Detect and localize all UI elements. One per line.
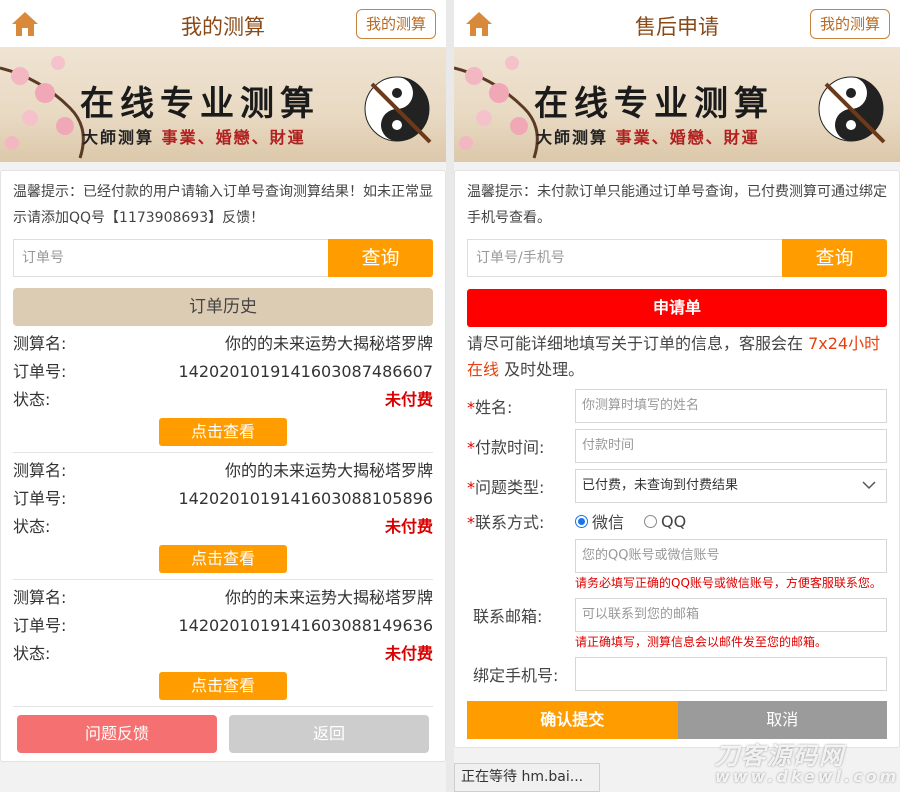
- tip-text: 温馨提示：未付款订单只能通过订单号查询，已付费测算可通过绑定手机号查看。: [467, 184, 887, 226]
- order-item: 测算名: 你的的未来运势大揭秘塔罗牌 订单号: 142020101914160308…: [13, 326, 433, 453]
- submit-button[interactable]: 确认提交: [467, 701, 678, 739]
- name-label: 姓名:: [475, 398, 513, 417]
- orders-card: 温馨提示：已经付款的用户请输入订单号查询测算结果！如未正常显示请添加QQ号【11…: [0, 170, 446, 762]
- required-star: *: [467, 513, 475, 532]
- phone-input[interactable]: [575, 657, 887, 691]
- form-actions: 确认提交 取消: [467, 701, 887, 739]
- yin-yang-icon: [818, 76, 886, 144]
- email-input[interactable]: 可以联系到您的邮箱: [575, 598, 887, 632]
- required-star: *: [467, 398, 475, 417]
- qq-radio-label: QQ: [661, 511, 687, 531]
- yin-yang-icon: [364, 76, 432, 144]
- name-input[interactable]: 你测算时填写的姓名: [575, 389, 887, 423]
- after-sales-screen: 售后申请 我的测算 在线专业测算 大師测算 事業、婚戀、財運 温馨提示：未付款订…: [454, 0, 900, 792]
- back-button[interactable]: 返回: [229, 715, 429, 753]
- status-value: 未付费: [384, 390, 433, 409]
- order-search-input[interactable]: 订单号: [13, 239, 328, 277]
- desc-text: 请尽可能详细地填写关于订单的信息，客服会在: [467, 334, 809, 353]
- banner-subtitle: 大師测算 事業、婚戀、財運: [536, 124, 760, 148]
- phone-row: 绑定手机号:: [467, 657, 887, 691]
- banner-sub-prefix: 大師测算: [536, 128, 609, 147]
- order-item: 测算名: 你的的未来运势大揭秘塔罗牌 订单号: 142020101914160308…: [13, 453, 433, 580]
- application-form-title: 申请单: [467, 289, 887, 327]
- contact-account-input[interactable]: 您的QQ账号或微信账号: [575, 539, 887, 573]
- order-phone-search-input[interactable]: 订单号/手机号: [467, 239, 782, 277]
- status-value: 未付费: [384, 517, 433, 536]
- email-row: 联系邮箱: 可以联系到您的邮箱: [467, 598, 887, 632]
- view-button[interactable]: 点击查看: [159, 418, 287, 446]
- order-no-label: 订单号:: [13, 616, 67, 635]
- phone-label: 绑定手机号:: [473, 666, 559, 685]
- contact-radio-group: 微信 QQ: [575, 509, 686, 533]
- order-number: 14202010191416030874866​07: [178, 362, 434, 381]
- email-label: 联系邮箱:: [473, 607, 543, 626]
- name-label: 测算名:: [13, 334, 67, 353]
- banner-sub-red: 事業、婚戀、財運: [615, 128, 760, 147]
- paytime-row: *付款时间: 付款时间: [467, 429, 887, 463]
- issue-type-select[interactable]: 已付费，未查询到付费结果: [575, 469, 887, 503]
- contact-account-row: 您的QQ账号或微信账号: [467, 539, 887, 573]
- banner-subtitle: 大師测算 事業、婚戀、財運: [82, 124, 306, 148]
- required-star: *: [467, 438, 475, 457]
- required-star: *: [467, 478, 475, 497]
- reading-name: 你的的未来运势大揭秘塔罗牌: [224, 588, 433, 607]
- name-row: *姓名: 你测算时填写的姓名: [467, 389, 887, 423]
- banner-title: 在线专业测算: [80, 84, 320, 124]
- browser-status-bar: 正在等待 hm.bai...: [454, 763, 600, 792]
- issue-type-label: 问题类型:: [475, 478, 545, 497]
- search-row: 订单号 查询: [13, 239, 433, 277]
- contact-row: *联系方式: 微信 QQ: [467, 509, 887, 533]
- bottom-buttons: 问题反馈 返回: [13, 715, 433, 753]
- order-number: 142020101914160308810589​6: [178, 489, 434, 508]
- banner-sub-prefix: 大師测算: [82, 128, 155, 147]
- banner-sub-red: 事業、婚戀、財運: [161, 128, 306, 147]
- reading-name: 你的的未来运势大揭秘塔罗牌: [224, 334, 433, 353]
- application-card: 温馨提示：未付款订单只能通过订单号查询，已付费测算可通过绑定手机号查看。 订单号…: [454, 170, 900, 748]
- watermark: 刀客源码网 www.dkewl.com: [715, 736, 899, 786]
- status-label: 状态:: [13, 644, 51, 663]
- header: 售后申请 我的测算: [454, 0, 900, 48]
- banner-image: 在线专业测算 大師测算 事業、婚戀、財運: [454, 48, 900, 162]
- search-row: 订单号/手机号 查询: [467, 239, 887, 277]
- form-description: 请尽可能详细地填写关于订单的信息，客服会在 7x24小时在线 及时处理。: [467, 331, 887, 383]
- search-button[interactable]: 查询: [328, 239, 433, 277]
- order-item: 测算名: 你的的未来运势大揭秘塔罗牌 订单号: 142020101914160308…: [13, 580, 433, 707]
- status-label: 状态:: [13, 390, 51, 409]
- qq-radio[interactable]: [644, 514, 658, 528]
- my-reading-button[interactable]: 我的测算: [810, 9, 890, 39]
- order-history-button[interactable]: 订单历史: [13, 288, 433, 326]
- search-button[interactable]: 查询: [782, 239, 887, 277]
- banner-image: 在线专业测算 大師测算 事業、婚戀、財運: [0, 48, 446, 162]
- tip-text: 温馨提示：已经付款的用户请输入订单号查询测算结果！如未正常显示请添加QQ号【11…: [13, 184, 433, 226]
- banner-title: 在线专业测算: [534, 84, 774, 124]
- name-label: 测算名:: [13, 461, 67, 480]
- desc-text-end: 及时处理。: [499, 360, 585, 379]
- wechat-radio[interactable]: [575, 514, 588, 528]
- contact-note: 请务必填写正确的QQ账号或微信账号，方便客服联系您。: [575, 576, 882, 590]
- watermark-line2: www.dkewl.com: [715, 767, 900, 786]
- chevron-down-icon: [862, 481, 876, 490]
- view-button[interactable]: 点击查看: [159, 672, 287, 700]
- my-reading-button[interactable]: 我的测算: [356, 9, 436, 39]
- issue-type-row: *问题类型: 已付费，未查询到付费结果: [467, 469, 887, 503]
- paytime-input[interactable]: 付款时间: [575, 429, 887, 463]
- feedback-button[interactable]: 问题反馈: [17, 715, 217, 753]
- order-no-label: 订单号:: [13, 362, 67, 381]
- reading-name: 你的的未来运势大揭秘塔罗牌: [224, 461, 433, 480]
- email-note: 请正确填写，测算信息会以邮件发至您的邮箱。: [575, 635, 828, 649]
- issue-type-value: 已付费，未查询到付费结果: [582, 478, 739, 493]
- watermark-line1: 刀客源码网: [715, 742, 845, 770]
- order-number: 14202010191416030881496​36: [178, 616, 434, 635]
- view-button[interactable]: 点击查看: [159, 545, 287, 573]
- status-label: 状态:: [13, 517, 51, 536]
- status-value: 未付费: [384, 644, 433, 663]
- order-no-label: 订单号:: [13, 489, 67, 508]
- header: 我的测算 我的测算: [0, 0, 446, 48]
- contact-label: 联系方式:: [475, 513, 545, 532]
- wechat-radio-label: 微信: [592, 513, 625, 532]
- cancel-button[interactable]: 取消: [677, 701, 887, 739]
- paytime-label: 付款时间:: [475, 438, 545, 457]
- name-label: 测算名:: [13, 588, 67, 607]
- my-orders-screen: 我的测算 我的测算 在线专业测算 大師测算 事業、婚戀、財運 温馨提示：已经付款…: [0, 0, 446, 792]
